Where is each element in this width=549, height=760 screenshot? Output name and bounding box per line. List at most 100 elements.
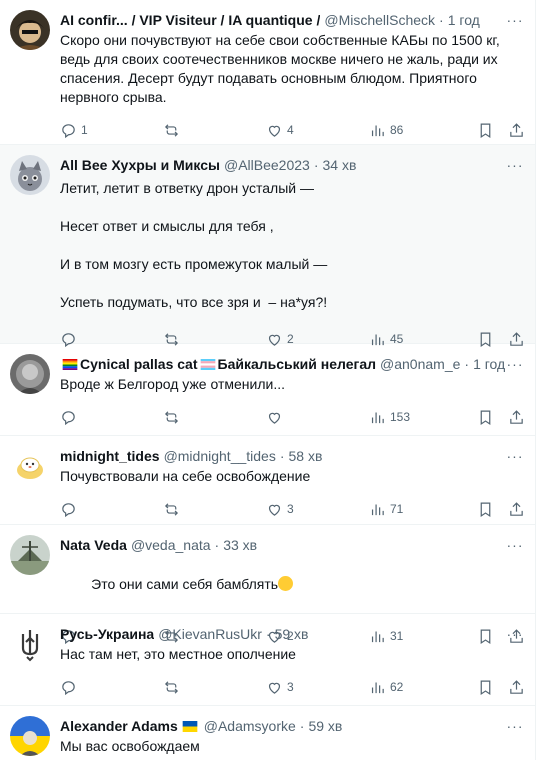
timestamp[interactable]: 1 год <box>448 12 480 28</box>
avatar[interactable] <box>10 10 50 50</box>
author-name-part2[interactable]: Байкальський нелегал <box>218 356 377 372</box>
more-icon[interactable]: ··· <box>505 10 525 30</box>
separator-dot: · <box>299 718 305 734</box>
reply-button[interactable] <box>60 409 163 426</box>
tweet[interactable]: Cynical pallas cat Байкальський нелегал … <box>0 344 535 436</box>
author-name[interactable]: All Bee Хухры и Миксы <box>60 157 220 173</box>
bookmark-icon[interactable] <box>477 409 494 426</box>
reply-count: 1 <box>81 123 88 137</box>
timestamp[interactable]: 59 хв <box>308 718 342 734</box>
tweet[interactable]: Alexander Adams @Adamsyorke · 59 хв Мы в… <box>0 706 535 760</box>
avatar[interactable] <box>10 716 50 756</box>
retweet-icon <box>164 123 179 137</box>
tweet-text: Почувствовали на себе освобождение <box>60 468 311 484</box>
views-count: 71 <box>390 502 404 516</box>
author-name[interactable]: midnight_tides <box>60 448 160 464</box>
tweet-text: Скоро они почувствуют на себе свои собст… <box>60 32 504 105</box>
action-bar: 3 62 <box>60 668 525 706</box>
like-icon <box>268 412 281 424</box>
timestamp[interactable]: 33 хв <box>223 537 257 553</box>
retweet-icon <box>164 410 179 424</box>
tweet-text-row: Это они сами себя бамблять <box>60 556 525 613</box>
tweet[interactable]: All Bee Хухры и Миксы @AllBee2023 · 34 х… <box>0 145 535 347</box>
views-count: 153 <box>390 410 411 424</box>
more-icon[interactable]: ··· <box>505 446 525 466</box>
views-button[interactable]: 153 <box>369 409 472 426</box>
more-icon[interactable]: ··· <box>505 155 525 175</box>
author-handle[interactable]: @veda_nata <box>131 537 211 553</box>
avatar[interactable] <box>10 624 50 664</box>
separator-dot: · <box>279 448 285 464</box>
author-handle[interactable]: @Adamsyorke <box>204 718 296 734</box>
avatar[interactable] <box>10 354 50 394</box>
reply-icon <box>62 680 75 695</box>
author-handle[interactable]: @midnight__tides <box>164 448 276 464</box>
retweet-button[interactable] <box>163 679 266 696</box>
tweet-header: All Bee Хухры и Миксы @AllBee2023 · 34 х… <box>60 155 525 175</box>
avatar[interactable] <box>10 446 50 486</box>
like-icon <box>268 504 281 516</box>
separator-dot: · <box>313 157 319 173</box>
more-icon[interactable]: ··· <box>505 624 525 644</box>
reply-icon <box>62 123 75 138</box>
like-icon <box>268 125 281 137</box>
like-button[interactable] <box>266 409 369 426</box>
more-icon[interactable]: ··· <box>505 354 525 374</box>
reply-button[interactable] <box>60 679 163 696</box>
author-handle[interactable]: @KievanRusUkr <box>158 626 262 642</box>
bookmark-icon[interactable] <box>477 501 494 518</box>
views-icon <box>371 125 384 136</box>
timestamp[interactable]: 34 хв <box>322 157 356 173</box>
retweet-icon <box>164 502 179 516</box>
views-button[interactable]: 86 <box>369 122 472 139</box>
more-icon[interactable]: ··· <box>505 535 525 555</box>
author-handle[interactable]: @an0nam_e <box>380 356 460 372</box>
views-button[interactable]: 62 <box>369 679 472 696</box>
like-button[interactable]: 3 <box>266 679 369 696</box>
reply-button[interactable] <box>60 501 163 518</box>
bookmark-icon[interactable] <box>477 122 494 139</box>
timestamp[interactable]: 1 год <box>473 356 505 372</box>
author-handle[interactable]: @MischellScheck <box>324 12 435 28</box>
share-icon[interactable] <box>508 501 525 518</box>
share-icon[interactable] <box>508 679 525 696</box>
retweet-button[interactable] <box>163 122 266 139</box>
like-button[interactable]: 4 <box>266 122 369 139</box>
timestamp[interactable]: 59 хв <box>275 626 309 642</box>
tweet-text: Летит, летит в ответку дрон усталый — Не… <box>60 180 328 310</box>
tweet-header: Alexander Adams @Adamsyorke · 59 хв <box>60 716 525 736</box>
reply-feed: AI confir... / VIP Visiteur / IA quantiq… <box>0 0 536 760</box>
share-icon[interactable] <box>508 409 525 426</box>
separator-dot: · <box>214 537 220 553</box>
tweet-header: Русь-Украина @KievanRusUkr · 59 хв <box>60 624 525 644</box>
author-handle[interactable]: @AllBee2023 <box>224 157 310 173</box>
timestamp[interactable]: 58 хв <box>289 448 323 464</box>
retweet-button[interactable] <box>163 501 266 518</box>
ukraine-flag-icon <box>182 720 198 732</box>
author-name[interactable]: Nata Veda <box>60 537 127 553</box>
like-button[interactable]: 3 <box>266 501 369 518</box>
avatar[interactable] <box>10 155 50 195</box>
trans-flag-icon <box>200 358 215 370</box>
avatar[interactable] <box>10 535 50 575</box>
tweet-text: Это они сами себя бамблять <box>91 576 279 592</box>
author-name-part1[interactable]: Cynical pallas cat <box>80 356 198 372</box>
separator-dot: · <box>464 356 470 372</box>
views-button[interactable]: 71 <box>369 501 472 518</box>
views-icon <box>371 504 384 515</box>
reply-button[interactable]: 1 <box>60 122 163 139</box>
views-count: 86 <box>390 123 404 137</box>
like-count: 4 <box>287 123 294 137</box>
tweet[interactable]: Nata Veda @veda_nata · 33 хв Это они сам… <box>0 525 535 644</box>
tweet[interactable]: Русь-Украина @KievanRusUkr · 59 хв Нас т… <box>0 614 535 706</box>
retweet-button[interactable] <box>163 409 266 426</box>
bookmark-icon[interactable] <box>477 679 494 696</box>
views-count: 62 <box>390 680 404 694</box>
more-icon[interactable]: ··· <box>505 716 525 736</box>
author-name[interactable]: Alexander Adams <box>60 718 178 734</box>
tweet[interactable]: midnight_tides @midnight__tides · 58 хв … <box>0 436 535 525</box>
tweet[interactable]: AI confir... / VIP Visiteur / IA quantiq… <box>0 0 535 145</box>
author-name[interactable]: Русь-Украина <box>60 626 154 642</box>
author-name[interactable]: AI confir... / VIP Visiteur / IA quantiq… <box>60 12 320 28</box>
share-icon[interactable] <box>508 122 525 139</box>
